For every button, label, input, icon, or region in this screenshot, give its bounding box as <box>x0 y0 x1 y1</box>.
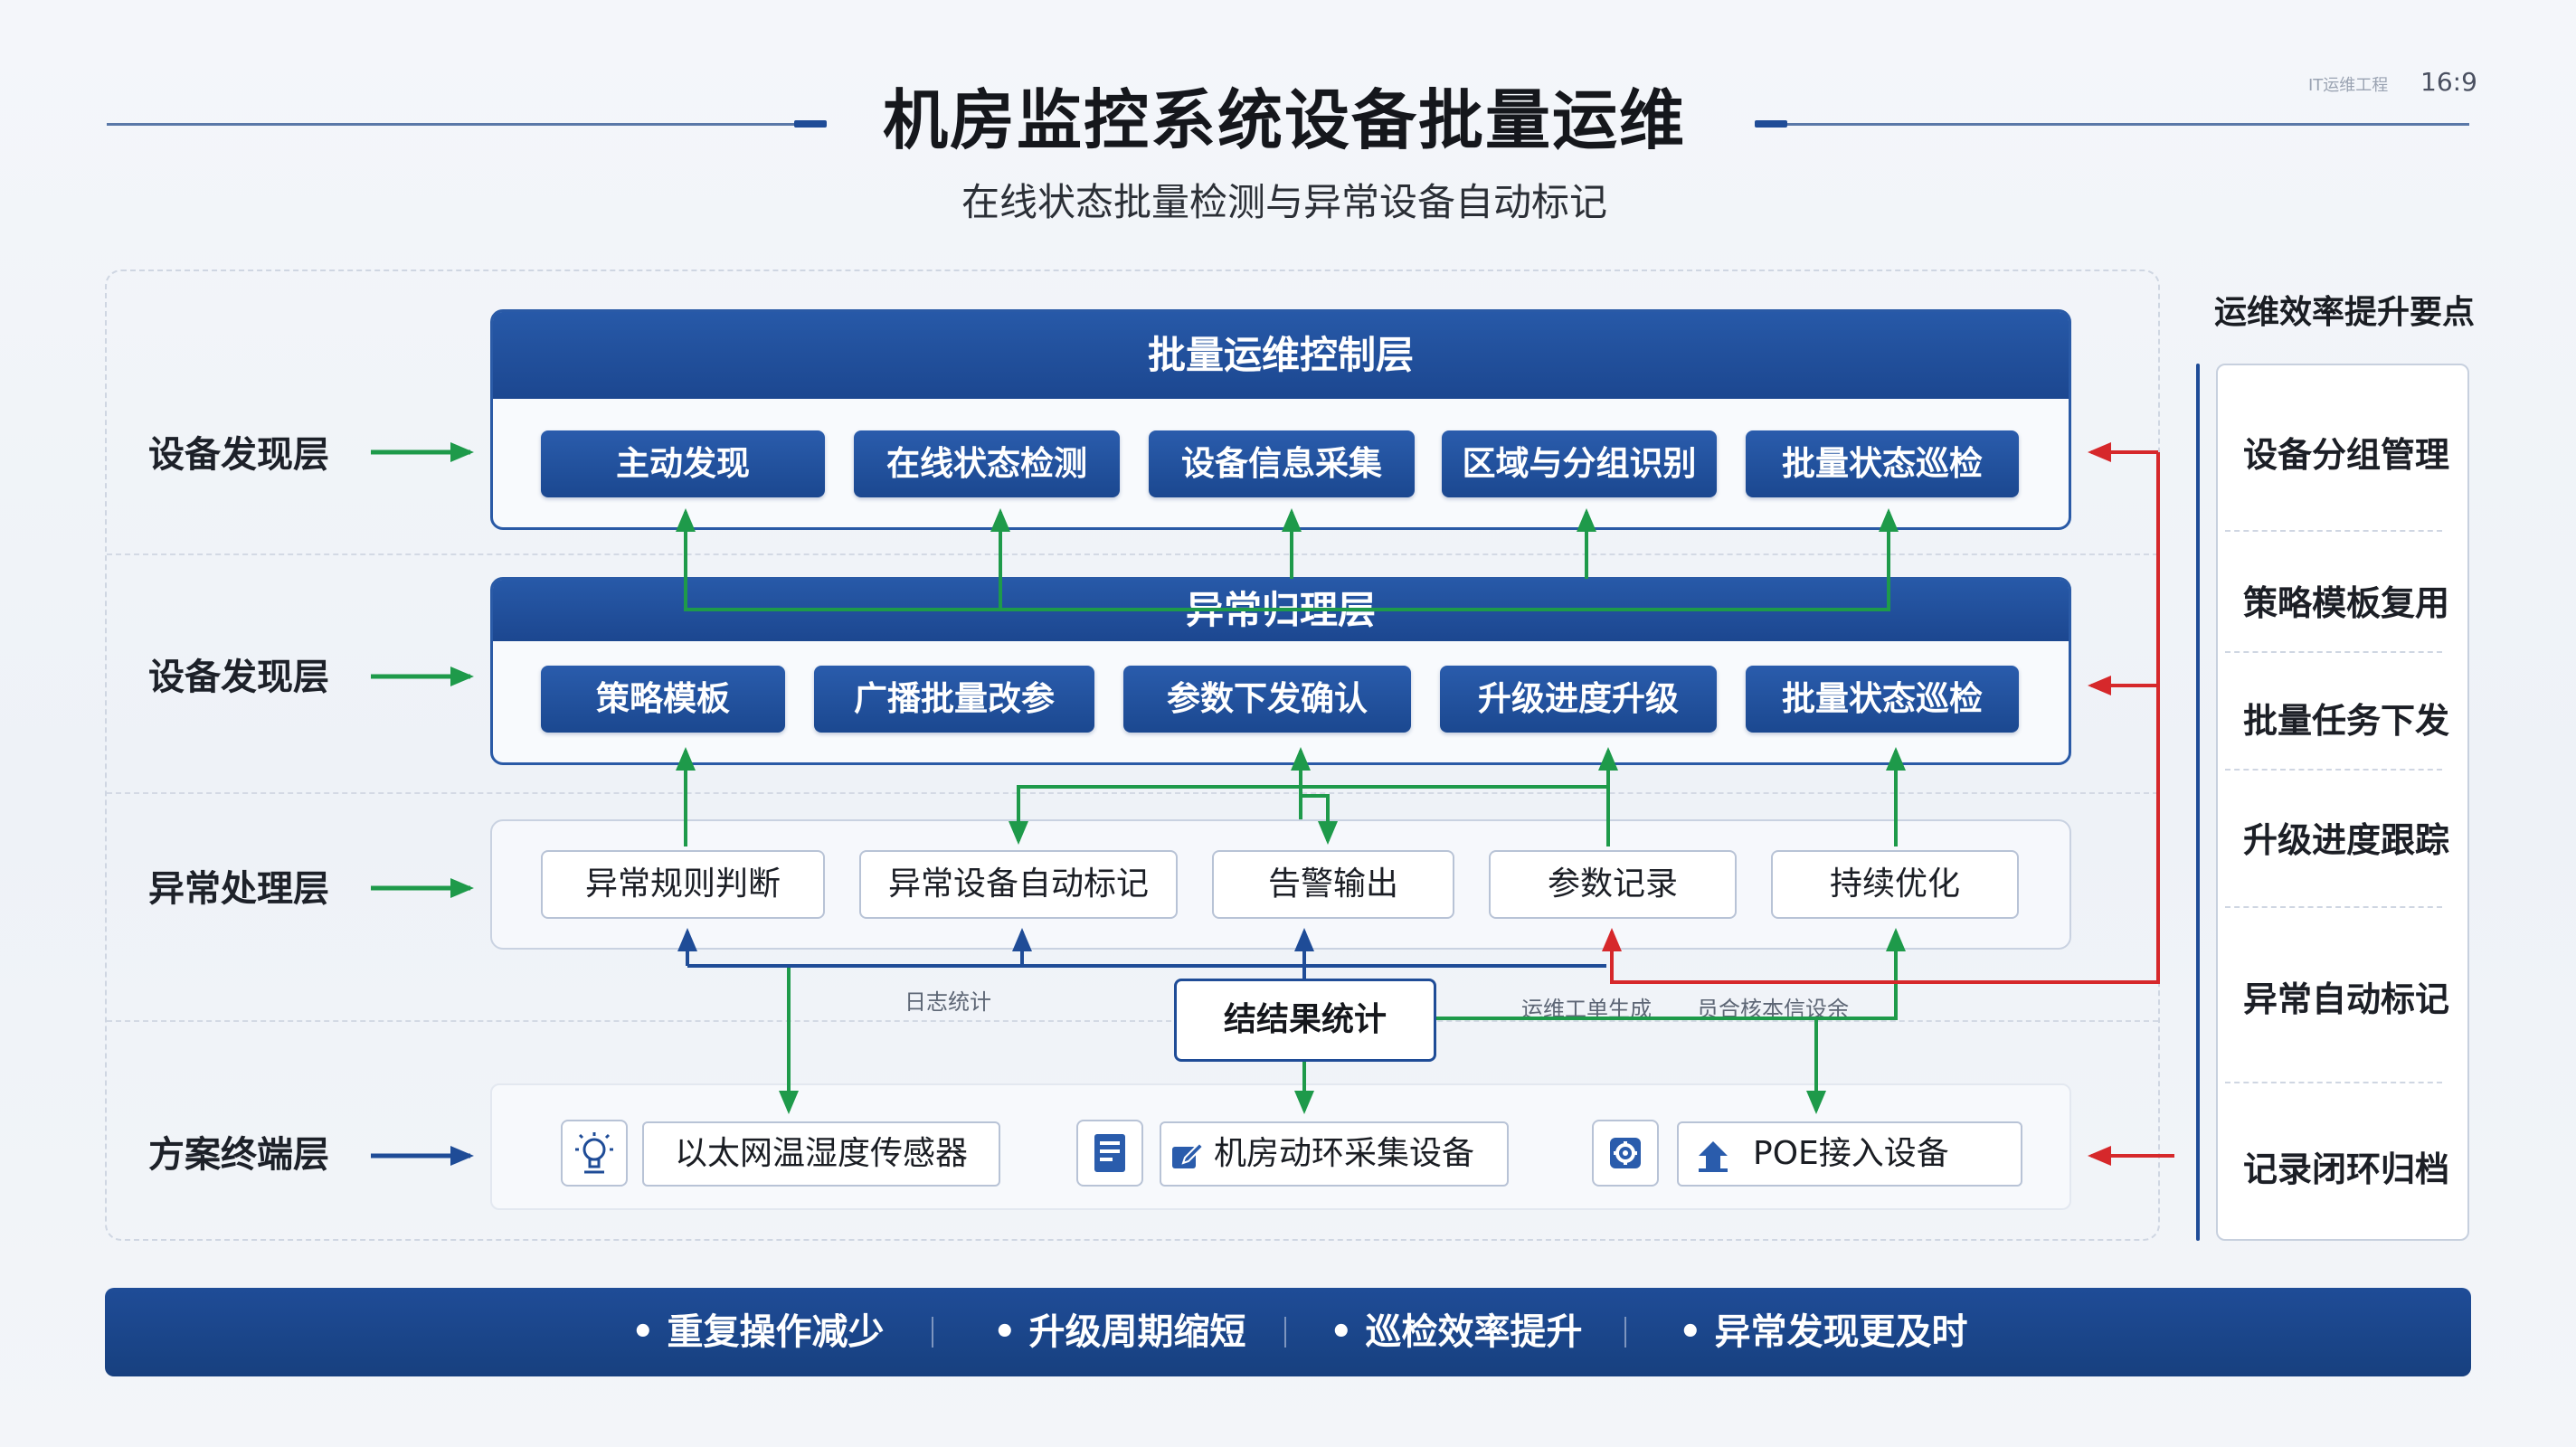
sidebar-item-auto-mark[interactable]: 异常自动标记 <box>2243 971 2460 1021</box>
footer-bar <box>105 1288 2471 1376</box>
sidebar-panel <box>2216 364 2469 1241</box>
sidebar-title: 运维效率提升要点 <box>2214 294 2476 331</box>
footer-item-patrol-efficiency: • 巡检效率提升 <box>1330 1311 1583 1353</box>
footer-item-patrol-efficiency-text: 巡检效率提升 <box>1365 1311 1583 1353</box>
footer-item-fewer-repeats-text: 重复操作减少 <box>667 1311 885 1353</box>
footer-separator-1 <box>932 1317 933 1348</box>
footer-separator-3 <box>1624 1317 1626 1348</box>
footer-item-shorter-upgrade-text: 升级周期缩短 <box>1028 1311 1246 1353</box>
footer-separator-2 <box>1284 1317 1286 1348</box>
sidebar-item-batch-task[interactable]: 批量任务下发 <box>2243 693 2460 742</box>
footer-item-timely-detection: • 异常发现更及时 <box>1679 1311 1968 1353</box>
sidebar-sep-1 <box>2225 530 2442 532</box>
flow-green-n <box>1436 928 1906 1020</box>
sidebar-item-upgrade-track[interactable]: 升级进度跟踪 <box>2243 812 2460 862</box>
sidebar-item-group-mgmt[interactable]: 设备分组管理 <box>2243 427 2460 477</box>
flow-connectors <box>371 442 2174 1166</box>
flow-green-k <box>1301 794 1338 845</box>
sidebar-sep-2 <box>2225 651 2442 653</box>
sidebar-accent-line <box>2196 364 2200 1241</box>
flow-green-e <box>1000 508 1899 611</box>
footer-item-timely-detection-text: 异常发现更及时 <box>1714 1311 1968 1353</box>
sidebar-item-template-reuse[interactable]: 策略模板复用 <box>2243 575 2460 625</box>
flow-red-loop <box>1610 452 2160 984</box>
sidebar-sep-5 <box>2225 1082 2442 1083</box>
sidebar-sep-4 <box>2225 906 2442 908</box>
sidebar-item-archive[interactable]: 记录闭环归档 <box>2243 1141 2460 1191</box>
footer-item-shorter-upgrade: • 升级周期缩短 <box>993 1311 1246 1353</box>
footer-item-fewer-repeats: • 重复操作减少 <box>631 1311 885 1353</box>
sidebar-sep-3 <box>2225 769 2442 771</box>
flow-green-b <box>686 508 1010 611</box>
